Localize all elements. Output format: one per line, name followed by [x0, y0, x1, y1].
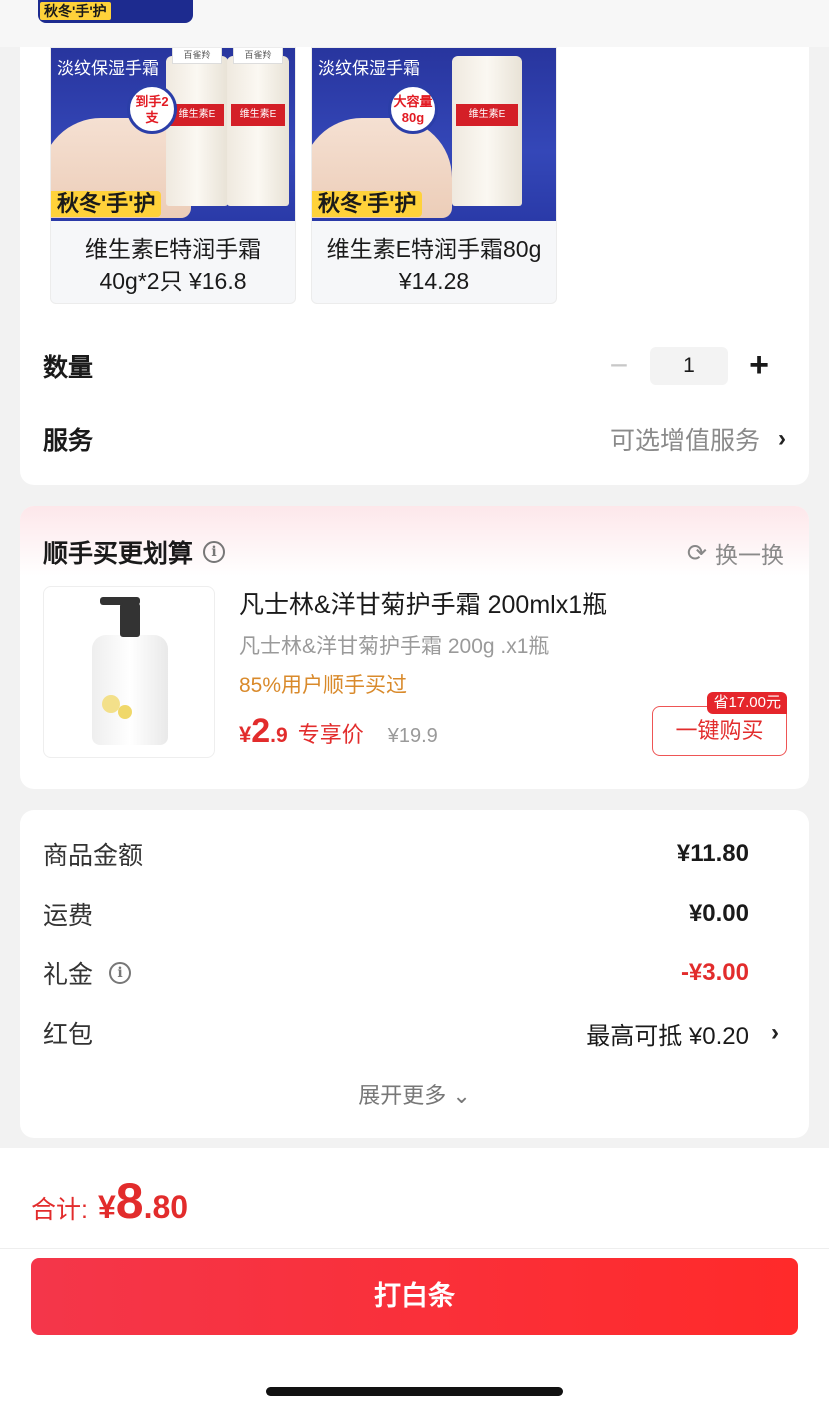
sku-name: 维生素E特润手霜	[84, 236, 262, 262]
summary-label: 运费	[43, 902, 94, 930]
tube-graphic: 维生素E	[452, 56, 522, 206]
total-integer: 8	[115, 1173, 144, 1229]
info-icon[interactable]: i	[203, 541, 226, 563]
chevron-right-icon: ›	[771, 1019, 779, 1046]
service-value: 可选增值服务	[609, 427, 760, 455]
tube-label: 维生素E	[170, 104, 224, 126]
summary-label: 商品金额	[43, 842, 144, 870]
sku-option-2[interactable]: 维生素E 淡纹保湿手霜 大容量80g 秋冬'手'护 维生素E特润手霜80g ¥1…	[311, 47, 557, 304]
service-selector[interactable]: 可选增值服务 ›	[610, 421, 786, 457]
product-options-card: 百雀羚 维生素E 百雀羚 维生素E 淡纹保湿手霜 到手2支 秋冬'手'护 维生素…	[20, 47, 809, 485]
promo-tag: 秋冬'手'护	[51, 191, 162, 217]
sku-price: 40g*2只 ¥16.8	[99, 268, 247, 294]
original-price: ¥19.9	[387, 725, 438, 747]
pay-button[interactable]: 打白条	[31, 1258, 798, 1335]
brand-label: 百雀羚	[233, 48, 283, 64]
exclusive-price-tag: 专享价	[297, 722, 364, 747]
price-currency: ¥	[239, 722, 252, 747]
quantity-row: 数量 − 1 +	[43, 346, 786, 386]
total-label: 合计:	[31, 1196, 88, 1224]
total-amount: 合计: ¥ 8 .80	[31, 1172, 188, 1230]
summary-value: -¥3.00	[680, 959, 749, 986]
addon-product-title[interactable]: 凡士林&洋甘菊护手霜 200mlx1瓶	[239, 585, 607, 621]
price-integer: 2	[251, 712, 271, 750]
refresh-icon: ⟳	[686, 539, 707, 567]
summary-row-gift: 礼金 i -¥3.00	[43, 956, 749, 990]
quantity-input[interactable]: 1	[650, 346, 728, 385]
bottle-graphic	[92, 597, 168, 745]
summary-value: 最高可抵 ¥0.20	[586, 1022, 749, 1050]
summary-row-shipping: 运费 ¥0.00	[43, 897, 749, 931]
addon-product-image[interactable]	[43, 586, 215, 758]
sku-label: 维生素E特润手霜 40g*2只 ¥16.8	[51, 221, 295, 297]
checkout-bar: 合计: ¥ 8 .80 打白条	[0, 1148, 829, 1413]
sku-label: 维生素E特润手霜80g ¥14.28	[312, 221, 556, 297]
tube-label: 维生素E	[231, 104, 285, 126]
addon-title-text: 顺手买更划算	[43, 540, 194, 568]
tube-label: 维生素E	[456, 104, 518, 126]
service-row[interactable]: 服务 可选增值服务 ›	[43, 419, 786, 459]
summary-row-goods: 商品金额 ¥11.80	[43, 837, 749, 871]
tube-graphic: 百雀羚 维生素E	[166, 48, 228, 206]
minus-icon[interactable]: −	[604, 347, 634, 384]
quantity-stepper: − 1 +	[604, 346, 774, 385]
addon-title: 顺手买更划算 i	[43, 534, 226, 570]
expand-more-button[interactable]: 展开更多 ⌄	[20, 1078, 809, 1110]
sku-badge: 大容量80g	[388, 84, 438, 134]
plus-icon[interactable]: +	[744, 346, 774, 385]
addon-recommendation-card: 顺手买更划算 i ⟳ 换一换 凡士林&洋甘菊护手霜 200mlx1瓶 凡士林&洋…	[20, 506, 809, 789]
chevron-right-icon: ›	[778, 425, 786, 452]
gift-label: 礼金	[43, 961, 94, 989]
total-currency: ¥	[97, 1189, 116, 1225]
pump-graphic	[120, 603, 140, 637]
service-label: 服务	[43, 427, 94, 455]
addon-price: ¥ 2 .9 专享价 ¥19.9	[239, 712, 438, 751]
promo-tag: 秋冬'手'护	[312, 191, 423, 217]
sku-option-1[interactable]: 百雀羚 维生素E 百雀羚 维生素E 淡纹保湿手霜 到手2支 秋冬'手'护 维生素…	[50, 47, 296, 304]
divider	[0, 1248, 829, 1249]
sku-thumbnail-top[interactable]: 秋冬'手'护	[38, 0, 193, 23]
swap-label: 换一换	[715, 542, 784, 568]
sku-name: 维生素E特润手霜80g	[326, 236, 542, 262]
summary-value: ¥11.80	[676, 840, 749, 867]
quantity-label: 数量	[43, 354, 94, 382]
brand-label: 百雀羚	[172, 48, 222, 64]
promo-tag: 秋冬'手'护	[40, 2, 111, 20]
swap-button[interactable]: ⟳ 换一换	[687, 536, 784, 570]
info-icon[interactable]: i	[109, 962, 132, 984]
sku-image: 百雀羚 维生素E 百雀羚 维生素E 淡纹保湿手霜 到手2支 秋冬'手'护	[51, 48, 295, 221]
sku-image-text: 淡纹保湿手霜	[318, 59, 420, 78]
price-decimal: .9	[270, 724, 288, 747]
sku-price: ¥14.28	[398, 268, 470, 294]
summary-row-redpacket[interactable]: 红包 最高可抵 ¥0.20 ›	[43, 1016, 779, 1050]
addon-product-subtitle: 凡士林&洋甘菊护手霜 200g .x1瓶	[239, 635, 550, 658]
savings-badge: 省17.00元	[707, 692, 787, 714]
sku-image: 维生素E 淡纹保湿手霜 大容量80g 秋冬'手'护	[312, 48, 556, 221]
price-summary-card: 商品金额 ¥11.80 运费 ¥0.00 礼金 i -¥3.00 红包 最高可抵…	[20, 810, 809, 1138]
summary-label: 礼金 i	[43, 955, 132, 991]
total-decimal: .80	[143, 1189, 189, 1225]
sku-image-text: 淡纹保湿手霜	[57, 59, 159, 78]
addon-sold-hint: 85%用户顺手买过	[239, 674, 408, 697]
summary-label: 红包	[43, 1021, 94, 1049]
top-header-strip: 秋冬'手'护	[0, 0, 829, 47]
tube-graphic: 百雀羚 维生素E	[227, 48, 289, 206]
home-indicator[interactable]	[266, 1387, 563, 1396]
sku-badge: 到手2支	[127, 84, 177, 134]
summary-value: ¥0.00	[688, 900, 749, 927]
flower-graphic	[118, 705, 132, 719]
